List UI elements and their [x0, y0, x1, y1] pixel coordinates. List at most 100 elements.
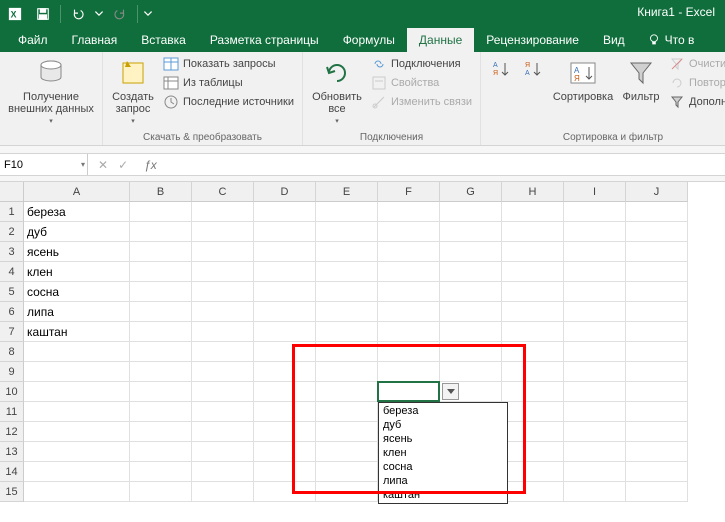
cell[interactable] [378, 302, 440, 322]
cell[interactable] [502, 382, 564, 402]
tab-formulas[interactable]: Формулы [331, 28, 407, 52]
save-icon[interactable] [30, 2, 56, 26]
get-external-data-button[interactable]: Получение внешних данных ▾ [6, 55, 96, 125]
column-header[interactable]: C [192, 182, 254, 202]
dropdown-item[interactable]: береза [381, 404, 505, 418]
tab-insert[interactable]: Вставка [129, 28, 198, 52]
sort-za-button[interactable]: ЯА [519, 55, 547, 79]
filter-button[interactable]: Фильтр [619, 55, 663, 103]
cell[interactable] [316, 342, 378, 362]
row-header[interactable]: 15 [0, 482, 24, 502]
cell[interactable]: липа [24, 302, 130, 322]
cell[interactable] [316, 302, 378, 322]
cell[interactable] [502, 442, 564, 462]
cell[interactable] [502, 302, 564, 322]
row-header[interactable]: 9 [0, 362, 24, 382]
column-header[interactable]: I [564, 182, 626, 202]
cell[interactable] [192, 482, 254, 502]
cell[interactable] [502, 362, 564, 382]
cell[interactable] [316, 322, 378, 342]
column-header[interactable]: A [24, 182, 130, 202]
row-header[interactable]: 4 [0, 262, 24, 282]
cell[interactable] [316, 422, 378, 442]
cell[interactable] [502, 282, 564, 302]
spreadsheet-grid[interactable]: ABCDEFGHIJ1береза2дуб3ясень4клен5сосна6л… [0, 182, 725, 502]
qat-customize-icon[interactable] [142, 2, 154, 26]
cell[interactable] [316, 362, 378, 382]
cell[interactable]: береза [24, 202, 130, 222]
cell[interactable] [192, 362, 254, 382]
chevron-down-icon[interactable]: ▾ [81, 160, 85, 169]
column-header[interactable]: G [440, 182, 502, 202]
sort-button[interactable]: АЯ Сортировка [551, 55, 615, 103]
cell[interactable] [502, 222, 564, 242]
row-header[interactable]: 13 [0, 442, 24, 462]
cell[interactable] [626, 462, 688, 482]
cell[interactable] [254, 222, 316, 242]
cell[interactable] [130, 242, 192, 262]
cell[interactable] [130, 262, 192, 282]
row-header[interactable]: 11 [0, 402, 24, 422]
cell[interactable] [254, 482, 316, 502]
excel-icon[interactable]: X [2, 2, 28, 26]
tab-page-layout[interactable]: Разметка страницы [198, 28, 331, 52]
tab-review[interactable]: Рецензирование [474, 28, 591, 52]
formula-input[interactable] [157, 154, 725, 175]
cell[interactable] [502, 202, 564, 222]
cell[interactable] [24, 442, 130, 462]
cell[interactable] [502, 262, 564, 282]
cell[interactable] [440, 322, 502, 342]
row-header[interactable]: 1 [0, 202, 24, 222]
cell[interactable] [626, 342, 688, 362]
row-header[interactable]: 6 [0, 302, 24, 322]
cell[interactable] [502, 342, 564, 362]
row-header[interactable]: 12 [0, 422, 24, 442]
name-box[interactable]: F10 ▾ [0, 154, 88, 175]
new-query-button[interactable]: Создать запрос ▾ [109, 55, 157, 125]
dropdown-item[interactable]: дуб [381, 418, 505, 432]
cell[interactable] [316, 402, 378, 422]
cell[interactable] [502, 322, 564, 342]
cell[interactable] [378, 382, 440, 402]
cell[interactable] [316, 222, 378, 242]
cell[interactable] [564, 202, 626, 222]
cell[interactable] [254, 322, 316, 342]
row-header[interactable]: 2 [0, 222, 24, 242]
column-header[interactable]: J [626, 182, 688, 202]
cell[interactable] [564, 482, 626, 502]
cell[interactable] [440, 202, 502, 222]
cell[interactable] [130, 282, 192, 302]
cell[interactable] [502, 422, 564, 442]
cell[interactable] [130, 322, 192, 342]
cell[interactable] [254, 262, 316, 282]
cell[interactable] [564, 302, 626, 322]
tab-home[interactable]: Главная [60, 28, 130, 52]
tab-data[interactable]: Данные [407, 28, 474, 52]
cell[interactable] [24, 422, 130, 442]
dropdown-item[interactable]: каштан [381, 488, 505, 502]
cell[interactable] [254, 342, 316, 362]
cell[interactable] [626, 482, 688, 502]
row-header[interactable]: 14 [0, 462, 24, 482]
cell[interactable] [626, 442, 688, 462]
cell[interactable] [24, 402, 130, 422]
cell[interactable] [564, 462, 626, 482]
cell[interactable] [192, 462, 254, 482]
cell[interactable] [316, 242, 378, 262]
row-header[interactable]: 8 [0, 342, 24, 362]
cell[interactable]: каштан [24, 322, 130, 342]
cell[interactable] [130, 442, 192, 462]
undo-icon[interactable] [65, 2, 91, 26]
cell[interactable] [24, 462, 130, 482]
column-header[interactable]: D [254, 182, 316, 202]
cell[interactable] [626, 222, 688, 242]
cell[interactable] [130, 382, 192, 402]
cell[interactable] [192, 202, 254, 222]
cell[interactable] [564, 282, 626, 302]
row-header[interactable]: 5 [0, 282, 24, 302]
cell[interactable] [192, 382, 254, 402]
cell[interactable] [254, 382, 316, 402]
undo-dropdown-icon[interactable] [93, 2, 105, 26]
cell[interactable] [564, 442, 626, 462]
dropdown-item[interactable]: клен [381, 446, 505, 460]
